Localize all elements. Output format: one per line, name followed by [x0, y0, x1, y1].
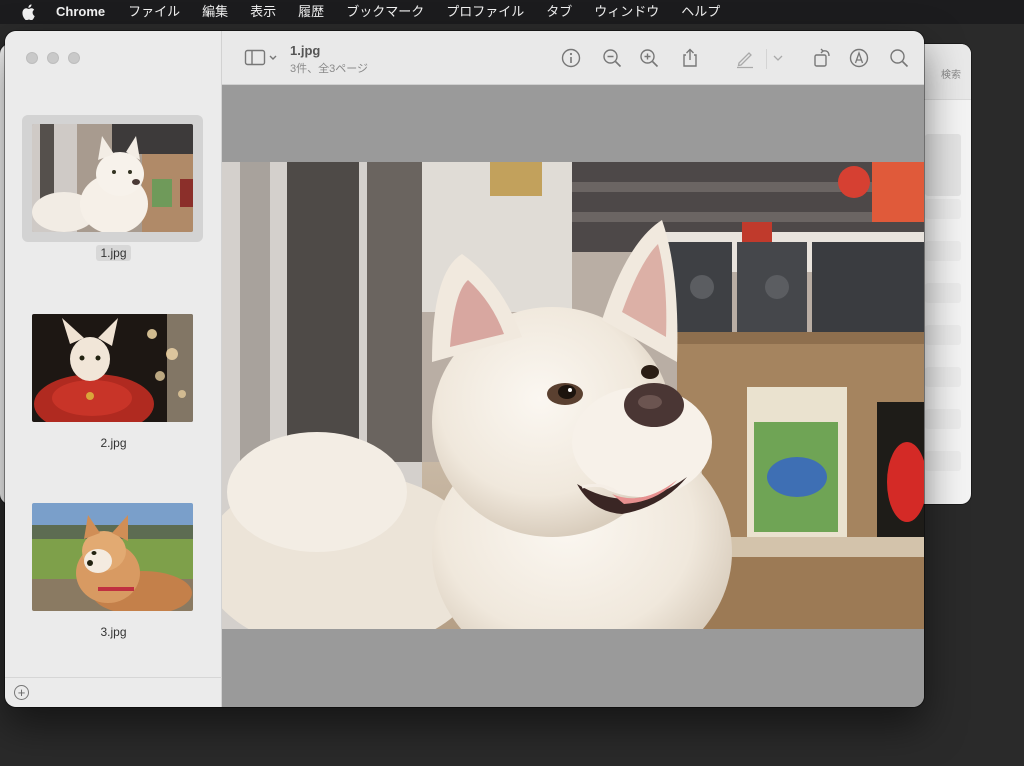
info-button[interactable]	[558, 45, 584, 71]
zoom-in-icon	[640, 49, 659, 68]
background-list-item	[925, 409, 961, 429]
menu-bookmarks[interactable]: ブックマーク	[335, 0, 435, 24]
markup-pen-icon	[737, 52, 753, 69]
close-window-button[interactable]	[26, 52, 38, 64]
chevron-down-icon	[773, 55, 783, 61]
rotate-icon	[814, 48, 830, 67]
zoom-window-button[interactable]	[68, 52, 80, 64]
markup-circle-icon	[849, 48, 869, 68]
markup-pen-button[interactable]	[732, 45, 758, 71]
toolbar-separator	[766, 49, 767, 69]
rotate-button[interactable]	[809, 45, 835, 71]
apple-menu-icon[interactable]	[0, 0, 56, 24]
document-canvas[interactable]	[222, 85, 924, 707]
zoom-out-icon	[603, 49, 622, 68]
minimize-window-button[interactable]	[47, 52, 59, 64]
background-list-item	[925, 325, 961, 345]
thumbnail-item-2[interactable]: 2.jpg	[5, 305, 222, 455]
search-button[interactable]	[886, 45, 912, 71]
thumbnail-image-shiba[interactable]	[32, 503, 193, 611]
background-list-item	[925, 367, 961, 387]
zoom-in-button[interactable]	[636, 45, 662, 71]
menu-profiles[interactable]: プロファイル	[435, 0, 535, 24]
preview-toolbar: 1.jpg 3件、全3ページ	[222, 31, 924, 85]
background-list-item	[925, 134, 961, 196]
background-list-item	[925, 283, 961, 303]
sidebar-footer: +	[5, 677, 222, 707]
menu-bar: Chrome ファイル 編集 表示 履歴 ブックマーク プロファイル タブ ウィ…	[0, 0, 1024, 24]
thumbnail-label: 3.jpg	[100, 625, 127, 639]
menu-help[interactable]: ヘルプ	[670, 0, 731, 24]
share-icon	[683, 48, 697, 67]
menu-window[interactable]: ウィンドウ	[583, 0, 670, 24]
markup-options-dropdown[interactable]	[770, 45, 786, 71]
thumbnail-item-1[interactable]: 1.jpg	[5, 115, 222, 265]
menu-app-name[interactable]: Chrome	[56, 0, 117, 24]
main-image-white-dog[interactable]	[222, 162, 924, 629]
thumbnail-item-3[interactable]: 3.jpg	[5, 494, 222, 644]
add-page-button[interactable]: +	[14, 685, 29, 700]
window-controls	[26, 52, 80, 64]
thumbnail-sidebar: 1.jpg 2.jpg 3.jpg +	[5, 31, 222, 707]
document-title: 1.jpg	[290, 43, 321, 58]
menu-view[interactable]: 表示	[239, 0, 287, 24]
zoom-out-button[interactable]	[599, 45, 625, 71]
thumbnail-image-white-dog[interactable]	[32, 124, 193, 232]
background-list-item	[925, 241, 961, 261]
info-icon	[561, 48, 581, 68]
background-list-item	[925, 451, 961, 471]
preview-window: 1.jpg 2.jpg 3.jpg + 1.jpg 3件、全3ページ	[5, 31, 924, 707]
search-icon	[890, 49, 909, 68]
menu-tab[interactable]: タブ	[535, 0, 583, 24]
background-search-label[interactable]: 検索	[941, 66, 961, 81]
background-list-item	[925, 199, 961, 219]
share-button[interactable]	[677, 45, 703, 71]
menu-file[interactable]: ファイル	[117, 0, 191, 24]
sidebar-toggle-icon	[244, 49, 277, 66]
thumbnail-label: 2.jpg	[100, 436, 127, 450]
markup-button[interactable]	[846, 45, 872, 71]
menu-edit[interactable]: 編集	[191, 0, 239, 24]
thumbnail-label: 1.jpg	[5, 245, 222, 261]
menu-history[interactable]: 履歴	[287, 0, 335, 24]
plus-icon: +	[17, 685, 26, 700]
document-subtitle: 3件、全3ページ	[290, 63, 369, 75]
thumbnail-image-chihuahua[interactable]	[32, 314, 193, 422]
sidebar-toggle-button[interactable]	[242, 45, 280, 71]
